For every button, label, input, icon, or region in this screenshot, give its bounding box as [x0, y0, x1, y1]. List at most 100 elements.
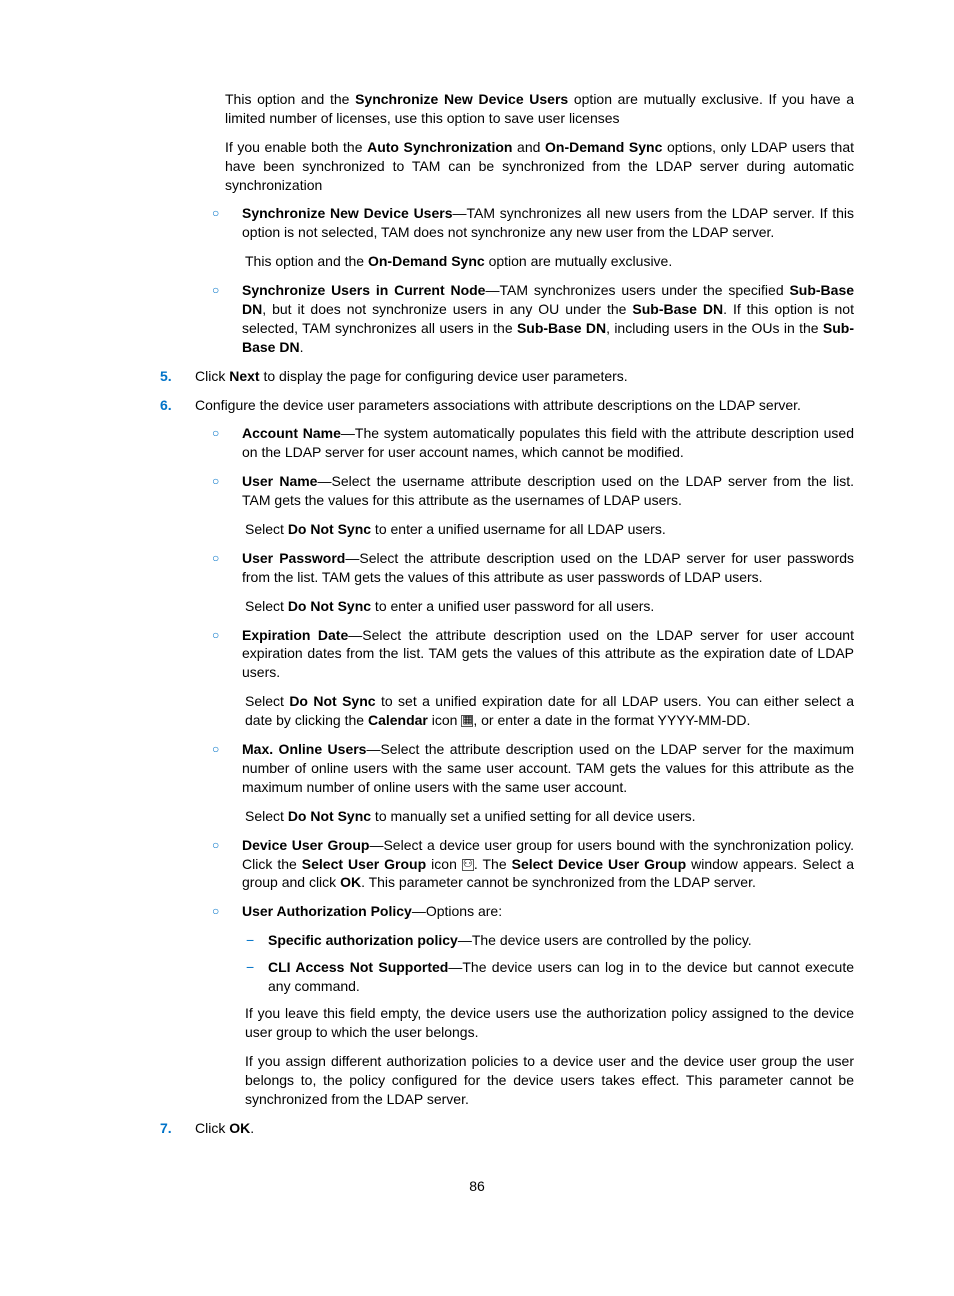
bold-term: Max. Online Users: [242, 741, 366, 757]
bullet-text: Synchronize Users in Current Node—TAM sy…: [242, 281, 854, 357]
paragraph: This option and the On-Demand Sync optio…: [245, 252, 854, 271]
document-page: This option and the Synchronize New Devi…: [0, 0, 954, 1296]
bullet-mark: ○: [212, 902, 242, 921]
page-number: 86: [100, 1177, 854, 1196]
bullet-mark: ○: [212, 626, 242, 683]
text: icon: [428, 712, 461, 728]
bold-term: Do Not Sync: [288, 808, 371, 824]
bold-term: Calendar: [368, 712, 428, 728]
bold-term: Do Not Sync: [289, 693, 375, 709]
bullet-text: Expiration Date—Select the attribute des…: [242, 626, 854, 683]
calendar-icon: ▦: [461, 715, 473, 727]
dash-mark: −: [246, 931, 268, 950]
text: , but it does not synchronize users in a…: [262, 301, 632, 317]
bold-term: Do Not Sync: [288, 521, 371, 537]
bold-term: Expiration Date: [242, 627, 348, 643]
bold-term: Select Device User Group: [512, 856, 687, 872]
step-5: 5. Click Next to display the page for co…: [160, 367, 854, 386]
step-7: 7. Click OK.: [160, 1119, 854, 1138]
bullet-text: Account Name—The system automatically po…: [242, 424, 854, 462]
bullet-item: ○ User Authorization Policy—Options are:: [212, 902, 854, 921]
text: to enter a unified username for all LDAP…: [371, 521, 666, 537]
content-block: This option and the Synchronize New Devi…: [160, 90, 854, 1137]
bold-term: Select User Group: [302, 856, 426, 872]
bullet-item: ○ Synchronize Users in Current Node—TAM …: [212, 281, 854, 357]
step-6: 6. Configure the device user parameters …: [160, 396, 854, 415]
bold-term: Sub-Base DN: [517, 320, 606, 336]
dash-text: CLI Access Not Supported—The device user…: [268, 958, 854, 996]
bullet-mark: ○: [212, 281, 242, 357]
text: , including users in the OUs in the: [606, 320, 823, 336]
bullet-item: ○ Device User Group—Select a device user…: [212, 836, 854, 893]
text: Select: [245, 521, 288, 537]
text: option are mutually exclusive.: [485, 253, 673, 269]
paragraph: If you assign different authorization po…: [245, 1052, 854, 1109]
bold-term: On-Demand Sync: [545, 139, 662, 155]
bullet-item: ○ Max. Online Users—Select the attribute…: [212, 740, 854, 797]
text: —Select the username attribute descripti…: [242, 473, 854, 508]
bullet-item: ○ Account Name—The system automatically …: [212, 424, 854, 462]
bold-term: Auto Synchronization: [367, 139, 512, 155]
text: Click: [195, 368, 229, 384]
bullet-text: User Authorization Policy—Options are:: [242, 902, 854, 921]
paragraph: Select Do Not Sync to manually set a uni…: [245, 807, 854, 826]
bullet-item: ○ Synchronize New Device Users—TAM synch…: [212, 204, 854, 242]
bullet-mark: ○: [212, 424, 242, 462]
text: —The device users are controlled by the …: [458, 932, 752, 948]
bullet-text: Device User Group—Select a device user g…: [242, 836, 854, 893]
step-text: Click Next to display the page for confi…: [195, 367, 854, 386]
text: .: [300, 339, 304, 355]
bullet-text: Synchronize New Device Users—TAM synchro…: [242, 204, 854, 242]
bold-term: Specific authorization policy: [268, 932, 458, 948]
text: —Options are:: [412, 903, 502, 919]
bold-term: User Name: [242, 473, 317, 489]
step-text: Click OK.: [195, 1119, 854, 1138]
text: Click: [195, 1120, 229, 1136]
bullet-text: User Password—Select the attribute descr…: [242, 549, 854, 587]
dash-item: − Specific authorization policy—The devi…: [246, 931, 854, 950]
text: Select: [245, 808, 288, 824]
text: . The: [474, 856, 512, 872]
bold-term: Sub-Base DN: [632, 301, 723, 317]
bullet-item: ○ User Password—Select the attribute des…: [212, 549, 854, 587]
text: , or enter a date in the format YYYY-MM-…: [473, 712, 750, 728]
dash-mark: −: [246, 958, 268, 996]
bullet-text: Max. Online Users—Select the attribute d…: [242, 740, 854, 797]
paragraph: If you leave this field empty, the devic…: [245, 1004, 854, 1042]
paragraph: Select Do Not Sync to enter a unified us…: [245, 597, 854, 616]
text: to display the page for configuring devi…: [260, 368, 628, 384]
text: and: [512, 139, 545, 155]
text: This option and the: [245, 253, 368, 269]
bullet-mark: ○: [212, 472, 242, 510]
bullet-mark: ○: [212, 204, 242, 242]
dash-text: Specific authorization policy—The device…: [268, 931, 854, 950]
text: Select: [245, 598, 288, 614]
text: icon: [426, 856, 462, 872]
bullet-text: User Name—Select the username attribute …: [242, 472, 854, 510]
bold-term: Next: [229, 368, 259, 384]
text: If you enable both the: [225, 139, 367, 155]
bold-term: On-Demand Sync: [368, 253, 485, 269]
text: —TAM synchronizes users under the specif…: [485, 282, 789, 298]
paragraph: If you enable both the Auto Synchronizat…: [225, 138, 854, 195]
bold-term: User Password: [242, 550, 345, 566]
user-group-icon: ⚇: [462, 859, 474, 871]
bullet-mark: ○: [212, 740, 242, 797]
bold-term: Synchronize New Device Users: [242, 205, 453, 221]
bold-term: Account Name: [242, 425, 341, 441]
dash-item: − CLI Access Not Supported—The device us…: [246, 958, 854, 996]
step-number: 5.: [160, 367, 195, 386]
bold-term: User Authorization Policy: [242, 903, 412, 919]
step-number: 7.: [160, 1119, 195, 1138]
text: . This parameter cannot be synchronized …: [361, 874, 756, 890]
paragraph: This option and the Synchronize New Devi…: [225, 90, 854, 128]
bold-term: Device User Group: [242, 837, 369, 853]
bold-term: CLI Access Not Supported: [268, 959, 448, 975]
bullet-mark: ○: [212, 549, 242, 587]
step-number: 6.: [160, 396, 195, 415]
text: to enter a unified user password for all…: [371, 598, 654, 614]
bold-term: Do Not Sync: [288, 598, 371, 614]
bullet-item: ○ User Name—Select the username attribut…: [212, 472, 854, 510]
bullet-mark: ○: [212, 836, 242, 893]
text: .: [250, 1120, 254, 1136]
